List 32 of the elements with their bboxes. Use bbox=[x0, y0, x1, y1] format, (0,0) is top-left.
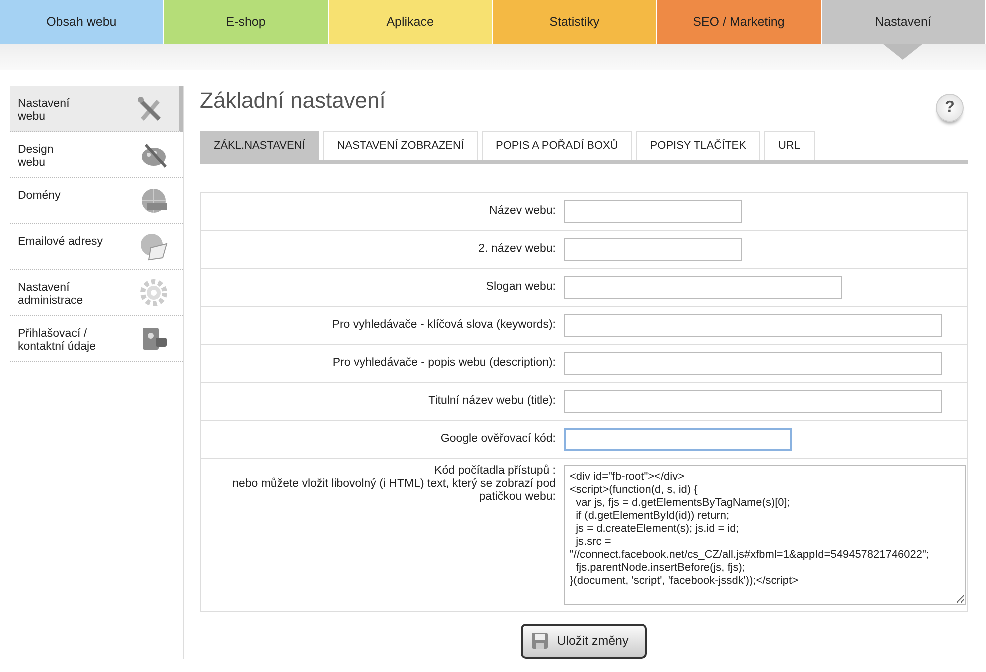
tab[interactable]: ZÁKL.NASTAVENÍ bbox=[200, 131, 320, 160]
nav-tab[interactable]: Obsah webu bbox=[0, 0, 164, 44]
tab[interactable]: URL bbox=[764, 131, 814, 160]
field-label: Google ověřovací kód: bbox=[440, 433, 557, 446]
input-field[interactable] bbox=[564, 238, 742, 261]
input-field[interactable] bbox=[564, 276, 842, 299]
field-label: Slogan webu: bbox=[485, 281, 557, 294]
tab[interactable]: POPISY TLAČÍTEK bbox=[636, 131, 760, 160]
field-label: Titulní název webu (title): bbox=[428, 395, 557, 408]
envelope-icon bbox=[139, 232, 169, 262]
save-button[interactable]: Uložit změny bbox=[521, 624, 647, 659]
nav-tab[interactable]: Aplikace bbox=[328, 0, 493, 44]
nav-tab[interactable]: SEO / Marketing bbox=[657, 0, 822, 44]
nav-tab[interactable]: E-shop bbox=[164, 0, 329, 44]
input-field[interactable] bbox=[564, 314, 942, 337]
tab[interactable]: NASTAVENÍ ZOBRAZENÍ bbox=[323, 131, 478, 160]
nav-tab[interactable]: Statistiky bbox=[492, 0, 658, 44]
field-label: Pro vyhledávače - popis webu (description): bbox=[332, 357, 557, 370]
field-label: Pro vyhledávače - klíčová slova (keywords): bbox=[331, 319, 557, 332]
tab[interactable]: POPIS A POŘADÍ BOXŮ bbox=[482, 131, 632, 160]
field-label: Kód počítadla přístupů : nebo můžete vložit libovolný (i HTML) text, který se zobrazí pod patičkou webu: bbox=[232, 465, 557, 504]
input-field[interactable] bbox=[564, 390, 942, 413]
code-textarea[interactable]: <div id="fb-root"></div> <script>(function(d, s, id) { var js, fjs = d.getElementsByTagName(s)[0]; if (d.getElementById(id)) return; js = d.createElement(s); js.id = id; js.src = "//connect.facebook.net/cs_CZ/all.js#xfbml=1&appId=549457821746022"; fjs.parentNode.insertBefore(js, fjs); }(document, 'script', 'facebook-jssdk'));</script> bbox=[564, 465, 966, 605]
page-title: Základní nastavení bbox=[200, 88, 386, 114]
help-button[interactable]: ? bbox=[936, 94, 964, 122]
input-field[interactable] bbox=[564, 428, 792, 451]
sidebar-item[interactable]: Nastavení webu bbox=[10, 86, 183, 132]
field-label: Název webu: bbox=[488, 205, 557, 218]
input-field[interactable] bbox=[564, 200, 742, 223]
input-field[interactable] bbox=[564, 352, 942, 375]
gear-icon bbox=[139, 278, 169, 308]
field-label: 2. název webu: bbox=[478, 243, 557, 256]
